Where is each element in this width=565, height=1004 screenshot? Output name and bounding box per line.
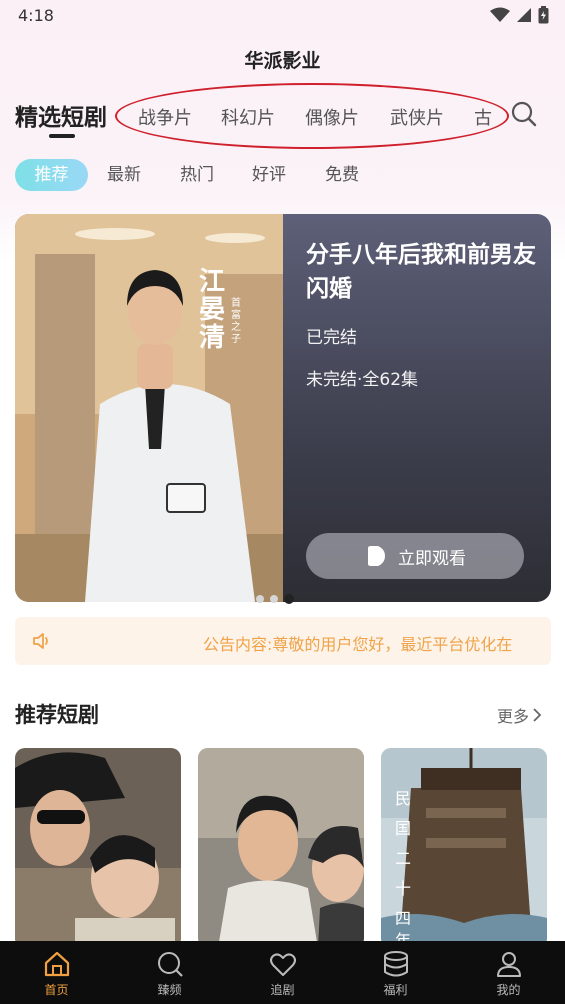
filter-rated[interactable]: 好评 (252, 159, 286, 191)
poster-name-char-3: 清 (199, 323, 225, 353)
poster-caption-4: 子 (231, 333, 241, 345)
category-tab-idol[interactable]: 偶像片 (305, 104, 359, 130)
title-underline (49, 134, 75, 138)
pagination-dot-active[interactable] (284, 594, 294, 604)
heart-icon (269, 953, 296, 976)
play-icon (368, 546, 385, 566)
banner-poster-image[interactable]: 江 晏 清 首 富 之 子 (15, 214, 283, 602)
filter-free[interactable]: 免费 (325, 159, 359, 191)
tab-discover[interactable]: 臻频 (113, 941, 226, 1004)
pagination-dot[interactable] (256, 595, 264, 603)
tab-follow[interactable]: 追剧 (226, 941, 339, 1004)
speaker-icon (33, 633, 48, 649)
battery-icon (538, 6, 549, 24)
category-tab-scifi[interactable]: 科幻片 (221, 104, 275, 130)
search-icon[interactable] (510, 100, 538, 128)
tab-label: 福利 (383, 983, 408, 997)
watch-now-label: 立即观看 (398, 548, 466, 569)
banner-title[interactable]: 分手八年后我和前男友闪婚 (306, 238, 536, 306)
banner-episodes: 未完结·全62集 (306, 370, 419, 390)
card-text-char: 民 (395, 789, 411, 808)
card-text-char: 二 (395, 849, 411, 868)
app-title: 华派影业 (244, 50, 321, 72)
tab-label: 我的 (496, 983, 521, 997)
notice-text: 公告内容:尊敬的用户您好，最近平台优化在 (203, 635, 513, 654)
featured-banner[interactable]: 江 晏 清 首 富 之 子 分手八年后我和前男友闪婚 已完结 未完结·全62集 … (15, 214, 551, 602)
page-title[interactable]: 精选短剧 (15, 98, 107, 132)
banner-status: 已完结 (306, 328, 357, 348)
home-icon (44, 951, 69, 977)
tab-profile[interactable]: 我的 (452, 941, 565, 1004)
chevron-right-icon (533, 708, 542, 722)
tab-label: 臻频 (157, 983, 182, 997)
user-icon (496, 952, 521, 977)
filter-recommend[interactable]: 推荐 (15, 159, 88, 191)
tab-welfare[interactable]: 福利 (339, 941, 452, 1004)
tab-home[interactable]: 首页 (0, 941, 113, 1004)
watch-now-button[interactable]: 立即观看 (306, 533, 524, 579)
more-link[interactable]: 更多 (497, 703, 543, 727)
tab-label: 追剧 (270, 983, 295, 997)
wifi-icon (490, 7, 510, 22)
card-text-char: 国 (395, 819, 411, 838)
poster-name-char-2: 晏 (199, 295, 225, 325)
bottom-tab-bar: 首页 臻频 追剧 福利 我的 (0, 941, 565, 1004)
signal-icon (517, 8, 531, 22)
drama-card[interactable]: 民 国 二 十 四 年 (381, 748, 547, 948)
more-label: 更多 (497, 707, 530, 726)
pagination-dot[interactable] (270, 595, 278, 603)
notice-bar[interactable]: 公告内容:尊敬的用户您好，最近平台优化在 (15, 617, 551, 665)
status-time: 4:18 (18, 6, 54, 25)
poster-caption-3: 之 (231, 320, 241, 333)
filter-latest[interactable]: 最新 (107, 159, 141, 191)
drama-card[interactable] (15, 748, 181, 948)
section-title-recommend: 推荐短剧 (15, 703, 99, 727)
status-bar: 4:18 (0, 0, 565, 32)
filter-hot[interactable]: 热门 (180, 159, 214, 191)
poster-caption-1: 首 (231, 296, 241, 309)
category-tabs: 战争片 科幻片 偶像片 武侠片 古 (115, 83, 509, 149)
search-icon (157, 952, 183, 977)
database-icon (383, 951, 408, 977)
card-text-char: 十 (395, 879, 411, 898)
category-tab-ancient[interactable]: 古 (474, 104, 492, 130)
drama-card[interactable] (198, 748, 364, 948)
card-text-char: 四 (395, 909, 411, 928)
tab-label: 首页 (44, 983, 69, 997)
category-tab-war[interactable]: 战争片 (138, 104, 192, 130)
banner-pagination (256, 594, 294, 604)
status-icons (490, 6, 549, 24)
poster-caption-2: 富 (231, 308, 241, 321)
category-tab-wuxia[interactable]: 武侠片 (390, 104, 444, 130)
poster-name-char-1: 江 (199, 267, 225, 297)
